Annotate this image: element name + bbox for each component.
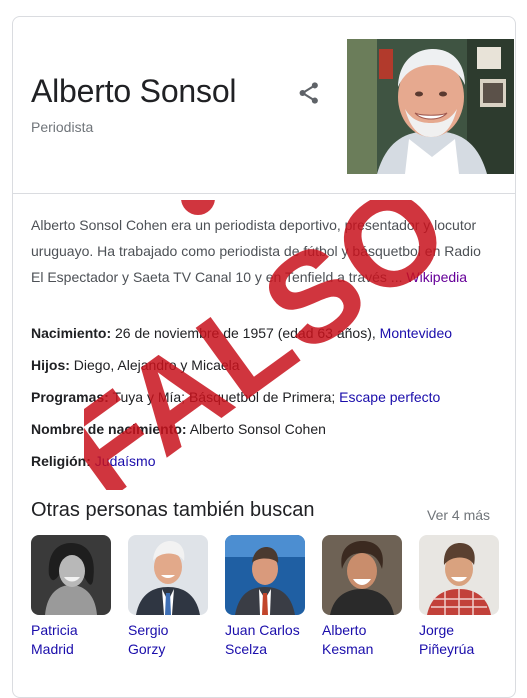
facts-list: Nacimiento: 26 de noviembre de 1957 (eda… <box>31 320 511 480</box>
fact-label: Nombre de nacimiento: <box>31 421 187 437</box>
people-carousel: Patricia Madrid Sergio Gorzy Juan Carlos… <box>31 535 511 695</box>
fact-label: Religión: <box>31 453 91 469</box>
fact-value: Diego, Alejandro y Micaela <box>73 357 240 373</box>
person-card[interactable]: Jorge Piñeyrúa <box>419 535 499 659</box>
person-card[interactable]: Sergio Gorzy <box>128 535 208 659</box>
fact-hijos: Hijos: Diego, Alejandro y Micaela <box>31 352 511 384</box>
fact-religion: Religión: Judaísmo <box>31 448 511 480</box>
person-name[interactable]: Jorge Piñeyrúa <box>419 621 499 659</box>
knowledge-panel: Alberto Sonsol Periodista Alberto Sonsol… <box>12 16 516 698</box>
fact-value: 26 de noviembre de 1957 (edad 63 años), <box>115 325 376 341</box>
person-name[interactable]: Patricia Madrid <box>31 621 111 659</box>
fact-link[interactable]: Judaísmo <box>95 453 156 469</box>
person-card[interactable]: Alberto Kesman <box>322 535 402 659</box>
divider <box>13 193 515 194</box>
see-more-link[interactable]: Ver 4 más <box>427 507 490 523</box>
fact-label: Programas: <box>31 389 109 405</box>
fact-value: Alberto Sonsol Cohen <box>189 421 326 437</box>
share-icon[interactable] <box>295 79 323 107</box>
fact-link[interactable]: Escape perfecto <box>339 389 440 405</box>
person-photo[interactable] <box>225 535 305 615</box>
fact-label: Hijos: <box>31 357 70 373</box>
subtitle: Periodista <box>31 119 94 135</box>
person-name[interactable]: Juan Carlos Scelza <box>225 621 305 659</box>
person-name[interactable]: Sergio Gorzy <box>128 621 208 659</box>
description: Alberto Sonsol Cohen era un periodista d… <box>31 212 491 290</box>
fact-link[interactable]: Montevideo <box>380 325 452 341</box>
fact-nacimiento: Nacimiento: 26 de noviembre de 1957 (eda… <box>31 320 511 352</box>
page-title: Alberto Sonsol <box>31 73 237 109</box>
fact-value: Tuya y Mía; Básquetbol de Primera; <box>112 389 336 405</box>
person-photo[interactable] <box>128 535 208 615</box>
wikipedia-link[interactable]: Wikipedia <box>406 269 467 285</box>
fact-label: Nacimiento: <box>31 325 112 341</box>
profile-photo[interactable] <box>347 39 514 174</box>
person-name[interactable]: Alberto Kesman <box>322 621 402 659</box>
person-photo[interactable] <box>31 535 111 615</box>
person-card[interactable]: Patricia Madrid <box>31 535 111 659</box>
others-title: Otras personas también buscan <box>31 499 315 521</box>
person-card[interactable]: Juan Carlos Scelza <box>225 535 305 659</box>
person-photo[interactable] <box>419 535 499 615</box>
person-photo[interactable] <box>322 535 402 615</box>
fact-nombre-nacimiento: Nombre de nacimiento: Alberto Sonsol Coh… <box>31 416 511 448</box>
fact-programas: Programas: Tuya y Mía; Básquetbol de Pri… <box>31 384 511 416</box>
